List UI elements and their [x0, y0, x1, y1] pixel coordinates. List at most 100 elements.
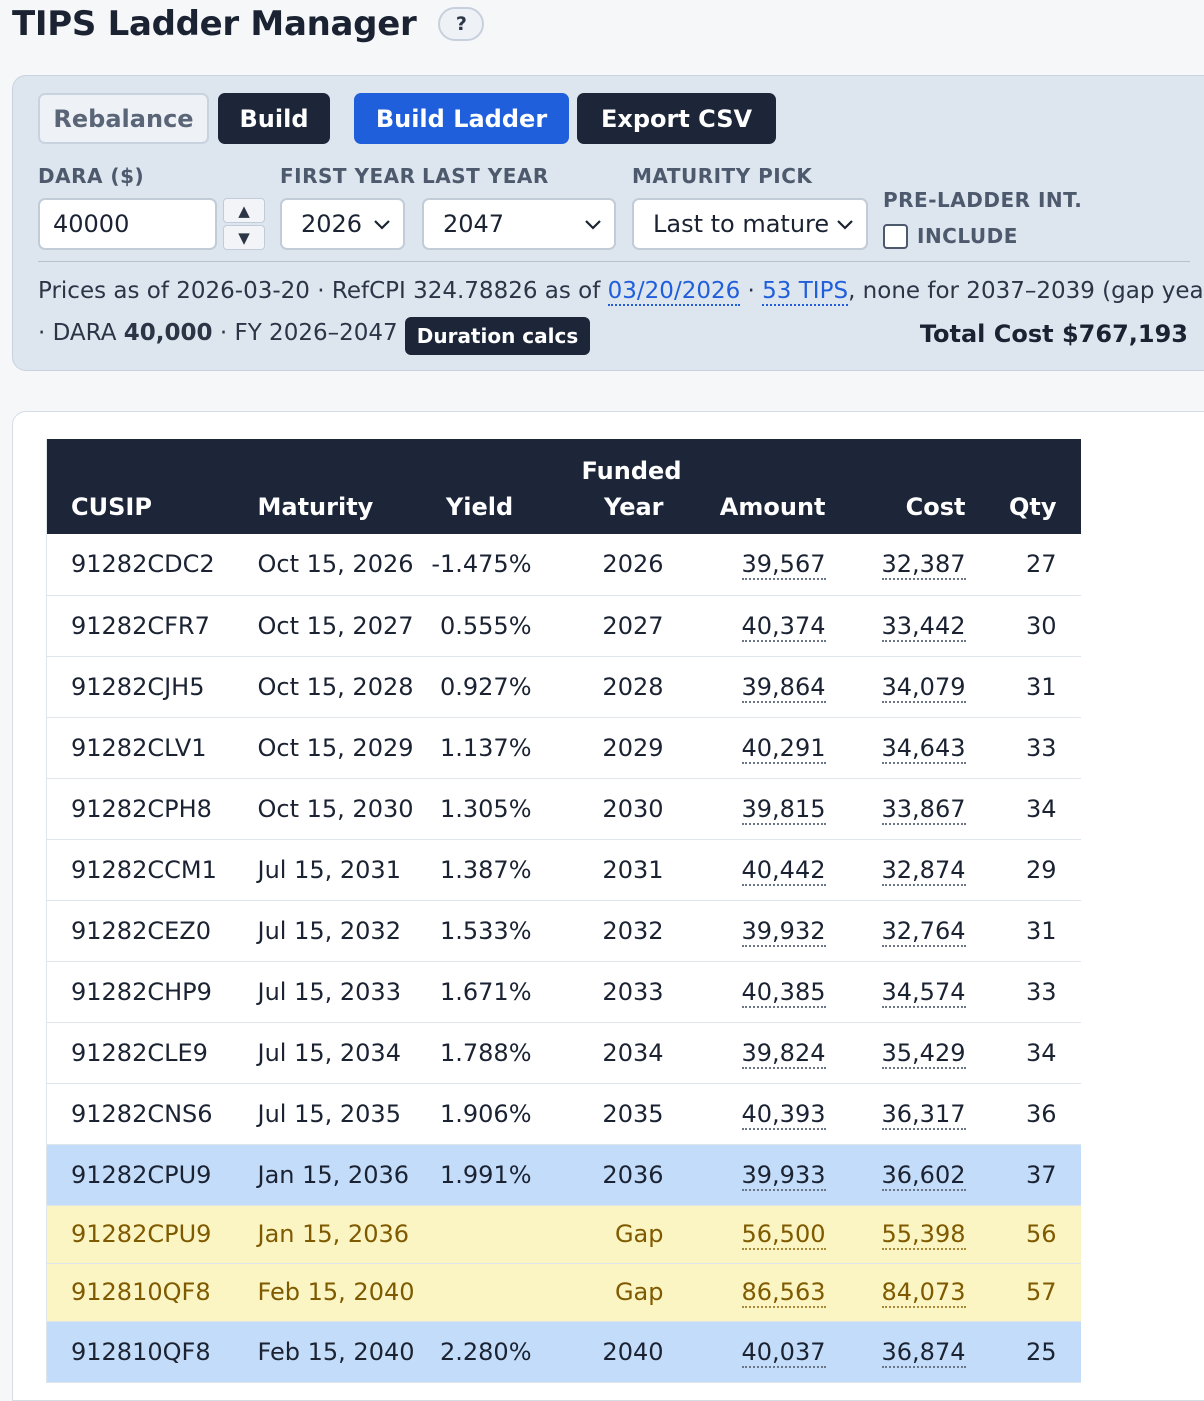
cell-cost-value[interactable]: 84,073: [881, 1278, 966, 1308]
include-checkbox[interactable]: [883, 224, 908, 249]
cell-amount-value[interactable]: 40,037: [741, 1337, 826, 1368]
cell-maturity: Jul 15, 2035: [233, 1083, 414, 1145]
stepper-up-icon[interactable]: ▲: [223, 198, 265, 223]
gap-years-text: , none for 2037–2039 (gap years): [848, 278, 1204, 304]
export-csv-button[interactable]: Export CSV: [577, 93, 776, 144]
cell-maturity: Oct 15, 2029: [233, 717, 414, 779]
cell-amount-value[interactable]: 39,932: [741, 916, 826, 947]
cell-maturity: Oct 15, 2030: [233, 778, 414, 840]
cell-amount-value[interactable]: 40,393: [741, 1099, 826, 1130]
header-qty[interactable]: Qty: [965, 439, 1081, 534]
cell-cost: 33,442: [825, 595, 966, 657]
cell-cost-value[interactable]: 33,867: [881, 794, 966, 825]
cell-amount-value[interactable]: 39,824: [741, 1038, 826, 1069]
duration-calcs-button[interactable]: Duration calcs: [405, 317, 590, 355]
build-ladder-button[interactable]: Build Ladder: [354, 93, 569, 144]
header-yield[interactable]: Yield: [413, 439, 546, 534]
cell-cost-value[interactable]: 36,602: [881, 1160, 966, 1191]
cell-yield: 1.533%: [413, 900, 546, 962]
include-label[interactable]: INCLUDE: [917, 224, 1018, 248]
cell-cost-value[interactable]: 32,764: [881, 916, 966, 947]
cell-maturity: Feb 15, 2040: [233, 1263, 415, 1322]
cell-amount-value[interactable]: 39,815: [741, 794, 826, 825]
table-row[interactable]: 91282CEZ0 Jul 15, 2032 1.533% 2032 39,932 32,…: [46, 900, 1081, 962]
cell-amount: 39,864: [681, 656, 826, 718]
header-maturity[interactable]: Maturity: [233, 439, 414, 534]
cell-qty: 33: [965, 961, 1081, 1023]
header-cost[interactable]: Cost: [825, 439, 966, 534]
cell-funded-year: 2036: [545, 1144, 682, 1206]
cell-amount: 39,824: [681, 1022, 826, 1084]
tips-count-link[interactable]: 53 TIPS: [762, 278, 849, 306]
table-header-row: CUSIP Maturity Yield Funded Year Amount …: [46, 439, 1081, 534]
cell-qty: 34: [965, 1022, 1081, 1084]
table-row[interactable]: 91282CCM1 Jul 15, 2031 1.387% 2031 40,442 32,…: [46, 839, 1081, 901]
cell-cusip: 91282CFR7: [46, 595, 234, 657]
cell-amount-value[interactable]: 39,567: [741, 550, 826, 581]
cell-qty: 30: [965, 595, 1081, 657]
maturity-pick-select[interactable]: Last to mature: [632, 198, 868, 250]
cell-amount-value[interactable]: 40,385: [741, 977, 826, 1008]
cell-amount-value[interactable]: 40,442: [741, 855, 826, 886]
cell-amount-value[interactable]: 40,374: [741, 611, 826, 642]
help-button[interactable]: ?: [438, 7, 485, 41]
cell-cost: 84,073: [825, 1263, 966, 1322]
maturity-pick-value: Last to mature: [653, 210, 830, 238]
cell-cost-value[interactable]: 32,387: [881, 550, 966, 581]
cell-cusip: 91282CLV1: [46, 717, 234, 779]
cell-cost-value[interactable]: 36,874: [881, 1337, 966, 1368]
table-row[interactable]: 912810QF8 Feb 15, 2040 2.280% 2040 40,037 36,…: [46, 1321, 1081, 1383]
cell-amount-value[interactable]: 56,500: [741, 1220, 826, 1250]
cell-amount-value[interactable]: 40,291: [741, 733, 826, 764]
stepper-down-icon[interactable]: ▼: [223, 225, 265, 250]
cell-cost-value[interactable]: 35,429: [881, 1038, 966, 1069]
dara-input[interactable]: 40000: [38, 198, 217, 250]
cell-funded-year: 2035: [545, 1083, 682, 1145]
controls-panel: Rebalance Build Build Ladder Export CSV …: [12, 75, 1204, 371]
cell-amount-value[interactable]: 39,933: [741, 1160, 826, 1191]
dara-input-value: 40000: [53, 210, 130, 238]
last-year-select[interactable]: 2047: [422, 198, 616, 250]
header-amount[interactable]: Amount: [681, 439, 826, 534]
cell-cost-value[interactable]: 32,874: [881, 855, 966, 886]
cell-qty: 33: [965, 717, 1081, 779]
cell-cost-value[interactable]: 34,574: [881, 977, 966, 1008]
rebalance-button[interactable]: Rebalance: [38, 93, 209, 144]
table-row[interactable]: 91282CPH8 Oct 15, 2030 1.305% 2030 39,815 33,…: [46, 778, 1081, 840]
prices-text: Prices as of 2026-03-20 · RefCPI 324.788…: [38, 278, 608, 304]
last-year-label: LAST YEAR: [422, 164, 549, 188]
header-funded-year[interactable]: Funded Year: [545, 439, 682, 534]
table-row[interactable]: 91282CFR7 Oct 15, 2027 0.555% 2027 40,374 33,…: [46, 595, 1081, 657]
dara-stepper[interactable]: ▲ ▼: [223, 198, 265, 250]
chevron-down-icon: [374, 220, 390, 230]
table-row[interactable]: 91282CPU9 Jan 15, 2036 1.991% 2036 39,933 36,…: [46, 1144, 1081, 1206]
cell-funded-year: 2032: [545, 900, 682, 962]
cell-cusip: 91282CNS6: [46, 1083, 234, 1145]
cell-cost-value[interactable]: 34,643: [881, 733, 966, 764]
table-row[interactable]: 91282CLE9 Jul 15, 2034 1.788% 2034 39,824 35,…: [46, 1022, 1081, 1084]
table-row[interactable]: 91282CJH5 Oct 15, 2028 0.927% 2028 39,864 34,…: [46, 656, 1081, 718]
first-year-select[interactable]: 2026: [280, 198, 405, 250]
build-button[interactable]: Build: [218, 93, 330, 144]
cell-funded-year: 2031: [545, 839, 682, 901]
table-row[interactable]: 91282CDC2 Oct 15, 2026 -1.475% 2026 39,567 32…: [46, 534, 1081, 596]
cell-cost-value[interactable]: 36,317: [881, 1099, 966, 1130]
cell-cost-value[interactable]: 55,398: [881, 1220, 966, 1250]
cell-cost: 36,602: [825, 1144, 966, 1206]
cell-cost: 34,643: [825, 717, 966, 779]
table-row[interactable]: 91282CNS6 Jul 15, 2035 1.906% 2035 40,393 36,…: [46, 1083, 1081, 1145]
cell-cost: 34,574: [825, 961, 966, 1023]
cell-amount: 39,815: [681, 778, 826, 840]
cell-cost-value[interactable]: 33,442: [881, 611, 966, 642]
cell-maturity: Oct 15, 2027: [233, 595, 414, 657]
chevron-down-icon: [837, 220, 853, 230]
table-row[interactable]: 91282CLV1 Oct 15, 2029 1.137% 2029 40,291 34,…: [46, 717, 1081, 779]
header-cusip[interactable]: CUSIP: [46, 439, 234, 534]
cell-amount-value[interactable]: 39,864: [741, 672, 826, 703]
table-row[interactable]: 91282CPU9 Jan 15, 2036 Gap 56,500 55,398 56: [46, 1205, 1081, 1264]
cell-amount-value[interactable]: 86,563: [741, 1278, 826, 1308]
table-row[interactable]: 912810QF8 Feb 15, 2040 Gap 86,563 84,073 57: [46, 1263, 1081, 1322]
cell-cost-value[interactable]: 34,079: [881, 672, 966, 703]
table-row[interactable]: 91282CHP9 Jul 15, 2033 1.671% 2033 40,385 34,…: [46, 961, 1081, 1023]
refcpi-date-link[interactable]: 03/20/2026: [607, 278, 741, 306]
